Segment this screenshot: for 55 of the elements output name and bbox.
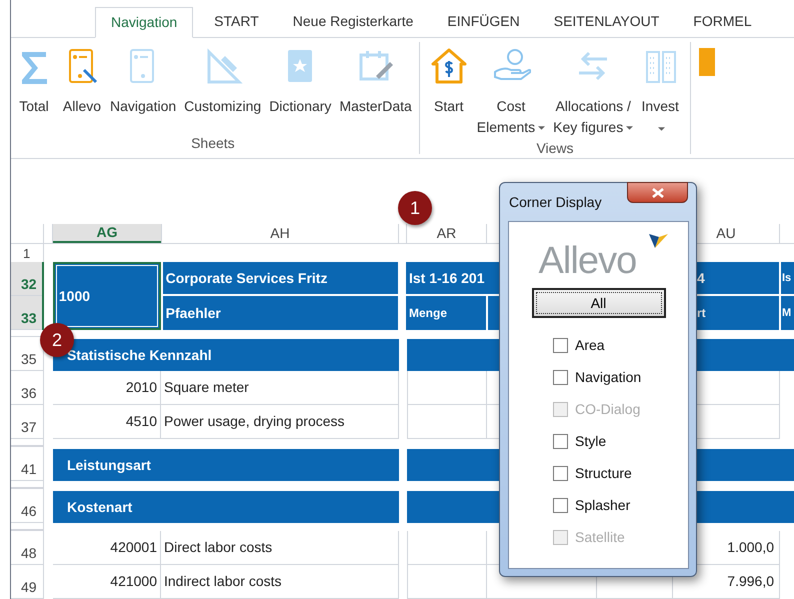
checkbox-label: Structure bbox=[575, 464, 632, 482]
table-cell: Pfaehler bbox=[162, 296, 398, 330]
row-header[interactable]: 36 bbox=[11, 371, 44, 405]
ribbon-button[interactable]: MasterData bbox=[336, 46, 415, 117]
table-cell: Square meter bbox=[161, 371, 399, 405]
row-header[interactable]: 48 bbox=[11, 531, 44, 565]
table-cell: 421000 bbox=[53, 565, 161, 599]
all-button[interactable]: All bbox=[532, 288, 666, 318]
ribbon-button[interactable]: Start bbox=[426, 46, 472, 117]
row-header[interactable]: 33 bbox=[11, 296, 42, 330]
section-band: Leistungsart bbox=[52, 447, 399, 481]
checkbox-label: Style bbox=[575, 432, 606, 451]
ribbon-button[interactable]: Total bbox=[11, 46, 57, 117]
ribbon-tab[interactable]: START bbox=[197, 6, 276, 37]
row-header[interactable]: 37 bbox=[11, 405, 44, 439]
ribbon-tab[interactable]: Navigation bbox=[95, 7, 194, 38]
table-cell: Indirect labor costs bbox=[161, 565, 399, 599]
checkbox-label: Satellite bbox=[575, 528, 625, 546]
ribbon-button[interactable]: Allocations / Key figures bbox=[550, 46, 636, 138]
section-band: Kostenart bbox=[52, 489, 399, 523]
checkbox-label: CO-Dialog bbox=[575, 400, 640, 419]
ribbon-tab[interactable]: SEITENLAYOUT bbox=[536, 6, 676, 37]
ribbon-tab[interactable]: EINFÜGEN bbox=[430, 6, 537, 37]
group-label: Views bbox=[536, 139, 574, 158]
ribbon-tab[interactable]: Neue Registerkarte bbox=[276, 6, 430, 37]
ribbon-button[interactable]: Invest bbox=[638, 46, 684, 131]
table-cell: 2010 bbox=[53, 371, 161, 405]
table-cell: Corporate Services Fritz bbox=[162, 262, 398, 296]
callout-badge: 1 bbox=[398, 191, 432, 225]
column-header[interactable]: AH bbox=[162, 224, 398, 243]
checkbox-label: Navigation bbox=[575, 368, 642, 387]
table-cell: Power usage, drying process bbox=[161, 405, 399, 439]
ribbon-button[interactable]: Dictionary bbox=[266, 46, 334, 117]
column-header[interactable]: AR bbox=[407, 224, 486, 243]
table-cell: 420001 bbox=[53, 531, 161, 565]
column-header[interactable]: AG bbox=[53, 224, 161, 243]
ribbon-button[interactable]: Cost Elements bbox=[474, 46, 548, 138]
ribbon-button[interactable]: Allevo bbox=[59, 46, 105, 117]
row-header[interactable]: 32 bbox=[11, 262, 42, 296]
table-cell: Direct labor costs bbox=[161, 531, 399, 565]
table-cell: M bbox=[779, 296, 794, 330]
row-header[interactable]: 41 bbox=[11, 447, 44, 481]
checkbox-label: Area bbox=[575, 336, 605, 354]
table-cell: Is bbox=[779, 262, 794, 294]
row-header[interactable]: 46 bbox=[11, 489, 44, 523]
ribbon-tab[interactable]: FORMEL bbox=[676, 6, 769, 37]
table-cell: 4510 bbox=[53, 405, 161, 439]
ribbon-button[interactable]: Customizing bbox=[181, 46, 264, 117]
row-header[interactable]: 49 bbox=[11, 565, 44, 599]
table-cell: Menge bbox=[406, 296, 486, 330]
window-title: Corner Display bbox=[509, 193, 602, 212]
group-label: Sheets bbox=[191, 134, 235, 153]
ribbon-button[interactable]: Navigation bbox=[107, 46, 180, 117]
checkbox-label: Splasher bbox=[575, 496, 630, 515]
selected-cell[interactable]: 1000 bbox=[52, 262, 161, 330]
